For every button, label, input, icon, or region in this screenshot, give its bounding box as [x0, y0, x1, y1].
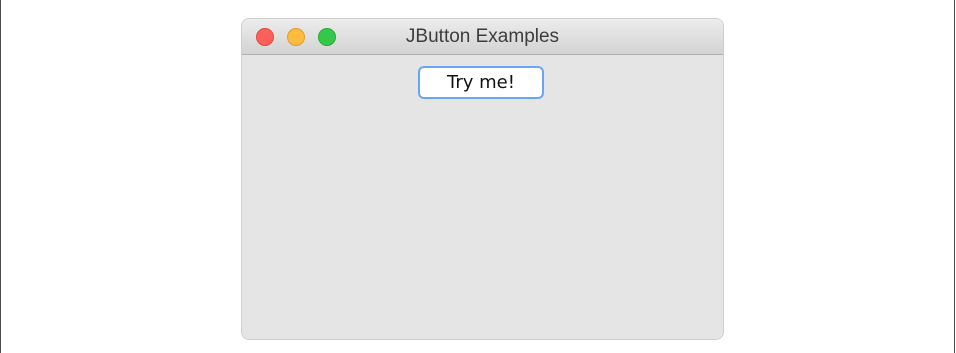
try-me-button[interactable]: Try me!: [418, 66, 544, 99]
content-pane: Try me!: [242, 55, 723, 339]
app-window: JButton Examples Try me!: [242, 19, 723, 339]
title-bar[interactable]: JButton Examples: [242, 19, 723, 55]
window-title: JButton Examples: [405, 26, 560, 47]
